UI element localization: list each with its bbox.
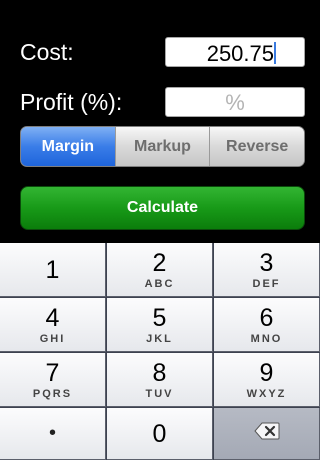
key-letters: MNO xyxy=(250,332,283,345)
cost-input-value: 250.75 xyxy=(206,41,274,66)
key-digit: 2 xyxy=(152,248,167,277)
key-0[interactable]: 0 xyxy=(107,408,213,460)
mode-segmented-control: Margin Markup Reverse xyxy=(20,126,305,167)
key-letters: PQRS xyxy=(32,387,73,400)
cost-input[interactable]: 250.75 xyxy=(165,37,305,67)
key-decimal[interactable]: • xyxy=(0,408,106,460)
key-8[interactable]: 8 TUV xyxy=(107,353,213,407)
key-letters: JKL xyxy=(146,332,173,345)
key-4[interactable]: 4 GHI xyxy=(0,298,106,352)
decimal-point-glyph: • xyxy=(48,422,56,444)
key-3[interactable]: 3 DEF xyxy=(214,243,320,297)
key-6[interactable]: 6 MNO xyxy=(214,298,320,352)
key-digit: 3 xyxy=(259,248,274,277)
cost-label: Cost: xyxy=(20,39,74,65)
key-letters: GHI xyxy=(39,332,66,345)
backspace-icon xyxy=(253,422,280,445)
key-letters: ABC xyxy=(144,277,175,290)
key-digit: 8 xyxy=(152,358,167,387)
segment-reverse[interactable]: Reverse xyxy=(210,127,304,166)
key-digit: 5 xyxy=(152,303,167,332)
key-digit: 4 xyxy=(45,303,60,332)
key-digit: 0 xyxy=(152,419,167,448)
key-letters: WXYZ xyxy=(246,387,287,400)
key-9[interactable]: 9 WXYZ xyxy=(214,353,320,407)
key-digit: 6 xyxy=(259,303,274,332)
text-caret xyxy=(274,42,276,64)
key-letters: DEF xyxy=(252,277,281,290)
calculate-button[interactable]: Calculate xyxy=(20,186,305,230)
key-1[interactable]: 1 xyxy=(0,243,106,297)
segment-margin[interactable]: Margin xyxy=(21,127,116,166)
key-7[interactable]: 7 PQRS xyxy=(0,353,106,407)
profit-input-placeholder: % xyxy=(225,90,245,115)
key-5[interactable]: 5 JKL xyxy=(107,298,213,352)
form-area: Cost: 250.75 Profit (%): % Margin Markup… xyxy=(0,0,320,243)
key-letters: TUV xyxy=(145,387,174,400)
key-2[interactable]: 2 ABC xyxy=(107,243,213,297)
key-digit: 1 xyxy=(45,255,60,284)
key-digit: 7 xyxy=(45,358,60,387)
key-digit: 9 xyxy=(259,358,274,387)
key-delete[interactable] xyxy=(214,408,320,460)
segment-markup[interactable]: Markup xyxy=(115,127,211,166)
profit-input[interactable]: % xyxy=(165,87,305,117)
numeric-keypad: 1 2 ABC 3 DEF 4 GHI 5 JKL 6 MNO 7 PQRS 8… xyxy=(0,243,320,460)
profit-label: Profit (%): xyxy=(20,89,123,115)
